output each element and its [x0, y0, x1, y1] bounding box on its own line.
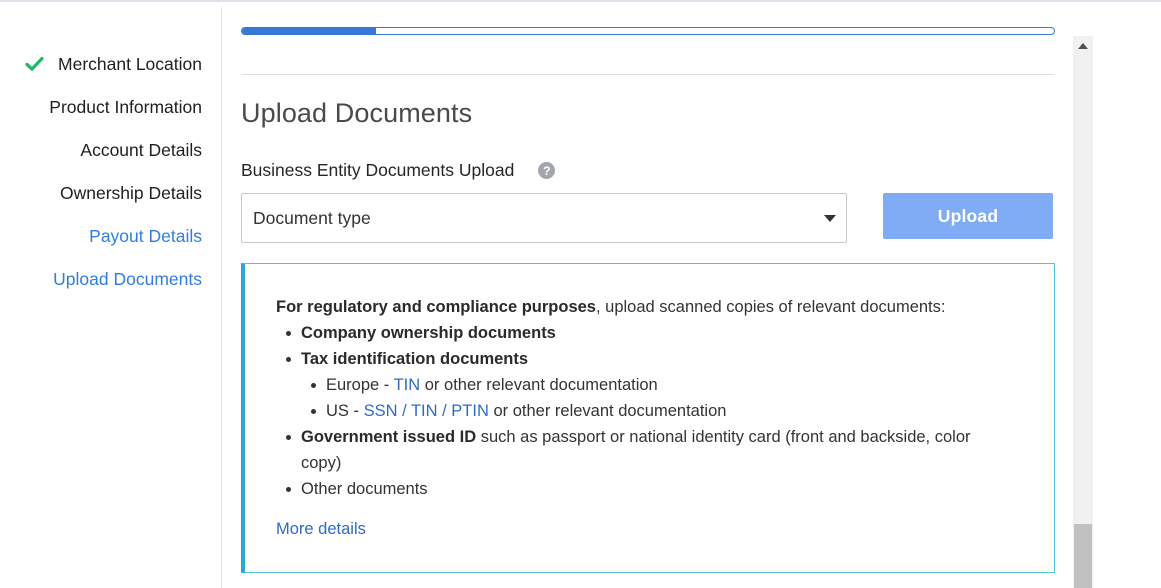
- list-item-other: Other documents: [301, 480, 428, 498]
- sidebar-divider: [221, 7, 222, 588]
- ssn-tin-ptin-link[interactable]: SSN / TIN / PTIN: [364, 402, 489, 420]
- more-details-link[interactable]: More details: [276, 516, 366, 542]
- list-item: Other documents: [276, 476, 1006, 502]
- field-label-text: Business Entity Documents Upload: [241, 160, 515, 180]
- sidebar-item-label: Upload Documents: [53, 268, 202, 289]
- document-list: Company ownership documents Tax identifi…: [276, 320, 1006, 502]
- document-type-value: Document type: [253, 207, 371, 228]
- europe-suffix: or other relevant documentation: [420, 376, 658, 394]
- upload-button[interactable]: Upload: [883, 193, 1053, 239]
- info-content: For regulatory and compliance purposes, …: [276, 294, 1006, 542]
- list-item: Europe - TIN or other relevant documenta…: [301, 372, 1006, 398]
- list-item: Government issued ID such as passport or…: [276, 424, 1006, 476]
- page-title: Upload Documents: [241, 98, 473, 128]
- progress-bar: [241, 27, 1055, 35]
- info-intro-rest: , upload scanned copies of relevant docu…: [596, 298, 946, 316]
- sidebar-item-label: Merchant Location: [58, 53, 202, 74]
- sidebar-item-merchant-location[interactable]: Merchant Location: [25, 52, 202, 76]
- document-type-select[interactable]: Document type: [241, 193, 847, 243]
- main-content: Upload Documents Business Entity Documen…: [241, 0, 1056, 588]
- sidebar-item-upload-documents[interactable]: Upload Documents: [53, 267, 202, 291]
- question-circle-icon[interactable]: ?: [538, 162, 556, 179]
- sidebar-item-payout-details[interactable]: Payout Details: [89, 224, 202, 248]
- list-item-tax: Tax identification documents: [301, 350, 529, 368]
- list-item-gov-bold: Government issued ID: [301, 428, 477, 446]
- scrollbar-thumb[interactable]: [1074, 524, 1092, 588]
- us-prefix: US -: [326, 402, 364, 420]
- section-divider: [241, 74, 1055, 75]
- info-intro: For regulatory and compliance purposes, …: [276, 294, 1006, 320]
- sidebar-item-label: Account Details: [80, 139, 202, 160]
- sidebar-item-product-information[interactable]: Product Information: [49, 95, 202, 119]
- tax-sublist: Europe - TIN or other relevant documenta…: [301, 372, 1006, 424]
- sidebar-item-label: Product Information: [49, 96, 202, 117]
- info-intro-bold: For regulatory and compliance purposes: [276, 298, 596, 316]
- us-suffix: or other relevant documentation: [488, 402, 727, 420]
- list-item: US - SSN / TIN / PTIN or other relevant …: [301, 398, 1006, 424]
- scrollbar[interactable]: [1073, 36, 1093, 588]
- info-panel: For regulatory and compliance purposes, …: [241, 263, 1055, 573]
- tin-link[interactable]: TIN: [394, 376, 421, 394]
- sidebar-item-label: Ownership Details: [60, 182, 202, 203]
- field-label: Business Entity Documents Upload ?: [241, 160, 556, 181]
- sidebar-item-account-details[interactable]: Account Details: [80, 138, 202, 162]
- europe-prefix: Europe -: [326, 376, 394, 394]
- check-icon: [25, 56, 44, 71]
- progress-bar-fill: [242, 28, 376, 34]
- sidebar-item-ownership-details[interactable]: Ownership Details: [60, 181, 202, 205]
- list-item: Tax identification documents Europe - TI…: [276, 346, 1006, 424]
- list-item-ownership: Company ownership documents: [301, 324, 556, 342]
- list-item: Company ownership documents: [276, 320, 1006, 346]
- scroll-up-arrow-icon[interactable]: [1078, 43, 1088, 49]
- chevron-down-icon: [824, 215, 836, 222]
- sidebar-item-label: Payout Details: [89, 225, 202, 246]
